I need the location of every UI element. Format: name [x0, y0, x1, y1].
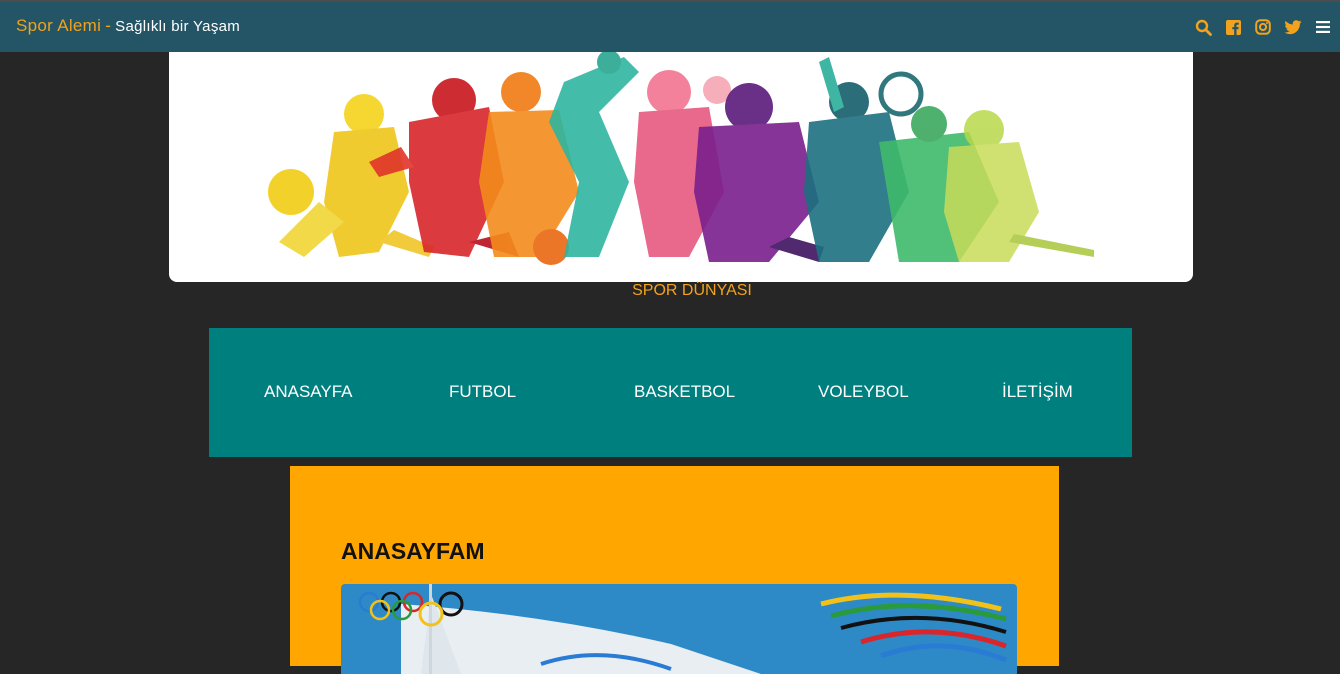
top-icons	[1194, 18, 1332, 36]
hero-caption: SPOR DÜNYASI	[632, 282, 752, 299]
main-nav: ANASAYFA FUTBOL BASKETBOL VOLEYBOL İLETİ…	[209, 328, 1132, 457]
olympic-photo	[341, 584, 1017, 674]
nav-item-anasayfa[interactable]: ANASAYFA	[264, 382, 353, 402]
main-content: ANASAYFAM	[290, 466, 1059, 674]
brand-name[interactable]: Spor Alemi	[16, 16, 101, 35]
facebook-icon[interactable]	[1224, 18, 1242, 36]
brand[interactable]: Spor Alemi - Sağlıklı bir Yaşam	[16, 16, 240, 36]
menu-icon[interactable]	[1314, 18, 1332, 36]
hero-banner	[169, 52, 1193, 282]
brand-separator: -	[105, 16, 112, 35]
athletes-illustration	[268, 52, 1094, 265]
twitter-icon[interactable]	[1284, 18, 1302, 36]
nav-item-futbol[interactable]: FUTBOL	[449, 382, 516, 402]
top-bar: Spor Alemi - Sağlıklı bir Yaşam	[0, 0, 1340, 52]
search-icon[interactable]	[1194, 18, 1212, 36]
nav-item-basketbol[interactable]: BASKETBOL	[634, 382, 735, 402]
instagram-icon[interactable]	[1254, 18, 1272, 36]
page-title: ANASAYFAM	[341, 538, 485, 564]
nav-item-voleybol[interactable]: VOLEYBOL	[818, 382, 909, 402]
brand-tagline: Sağlıklı bir Yaşam	[115, 18, 241, 35]
nav-item-iletisim[interactable]: İLETİŞİM	[1002, 382, 1073, 402]
olympic-flag-image	[341, 584, 1017, 674]
